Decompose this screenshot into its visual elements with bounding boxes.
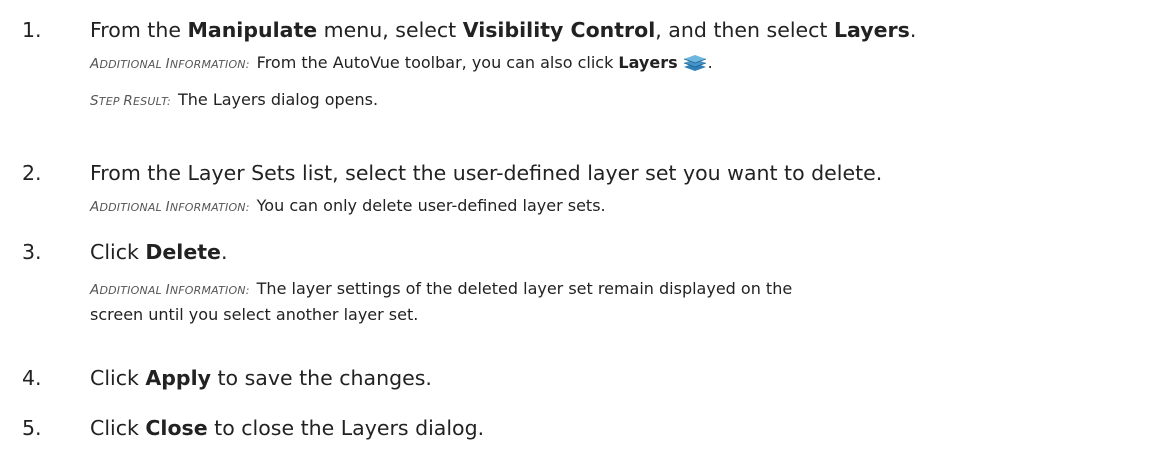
additional-information: ADDITIONAL INFORMATION: From the AutoVue … (90, 51, 1162, 80)
step-text: Click Close to close the Layers dialog. (90, 416, 485, 440)
step-number: 5. (22, 416, 42, 440)
step-number: 3. (22, 240, 42, 264)
step-text: From the Layer Sets list, select the use… (90, 161, 883, 185)
additional-information: ADDITIONAL INFORMATION: You can only dele… (90, 194, 1162, 220)
button-name: Apply (145, 366, 211, 390)
toolbar-button-name: Layers (618, 53, 678, 72)
additional-information-text: screen until you select another layer se… (90, 305, 419, 324)
step-number: 2. (22, 161, 42, 185)
step-result-text: The Layers dialog opens. (177, 90, 379, 109)
additional-information-text: You can only delete user-defined layer s… (256, 196, 606, 215)
step-5: 5. Click Close to close the Layers dialo… (22, 413, 1162, 443)
step-text: From the Manipulate menu, select Visibil… (90, 15, 916, 45)
layers-icon (682, 53, 708, 80)
step-number: 1. (22, 18, 42, 42)
step-1: 1. From the Manipulate menu, select Visi… (22, 15, 1162, 114)
step-4: 4. Click Apply to save the changes. (22, 363, 1162, 393)
step-3: 3. Click Delete. ADDITIONAL INFORMATION:… (22, 237, 1162, 327)
additional-information: ADDITIONAL INFORMATION: The layer setting… (90, 277, 1162, 327)
additional-information-text: From the AutoVue toolbar, you can also c… (256, 53, 619, 72)
submenu-item-name: Layers (833, 18, 910, 42)
menu-item-name: Visibility Control (462, 18, 656, 42)
additional-information-label: ADDITIONAL INFORMATION: (90, 56, 250, 72)
step-text: Click Delete. (90, 240, 228, 264)
additional-information-label: ADDITIONAL INFORMATION: (90, 282, 250, 298)
text-segment: . (707, 53, 713, 72)
text-segment: , and then select (655, 18, 834, 42)
step-text: Click Apply to save the changes. (90, 366, 432, 390)
step-2: 2. From the Layer Sets list, select the … (22, 158, 1162, 220)
text-segment: From the (90, 18, 188, 42)
step-number: 4. (22, 366, 42, 390)
menu-name: Manipulate (187, 18, 318, 42)
procedure-page: 1. From the Manipulate menu, select Visi… (0, 0, 1173, 468)
additional-information-text: The layer settings of the deleted layer … (256, 279, 793, 298)
text-segment: . (909, 18, 917, 42)
button-name: Delete (145, 240, 221, 264)
text-segment: menu, select (317, 18, 463, 42)
step-result-label: STEP RESULT: (90, 93, 171, 109)
button-name: Close (145, 416, 208, 440)
additional-information-label: ADDITIONAL INFORMATION: (90, 199, 250, 215)
step-result: STEP RESULT: The Layers dialog opens. (90, 88, 1162, 114)
